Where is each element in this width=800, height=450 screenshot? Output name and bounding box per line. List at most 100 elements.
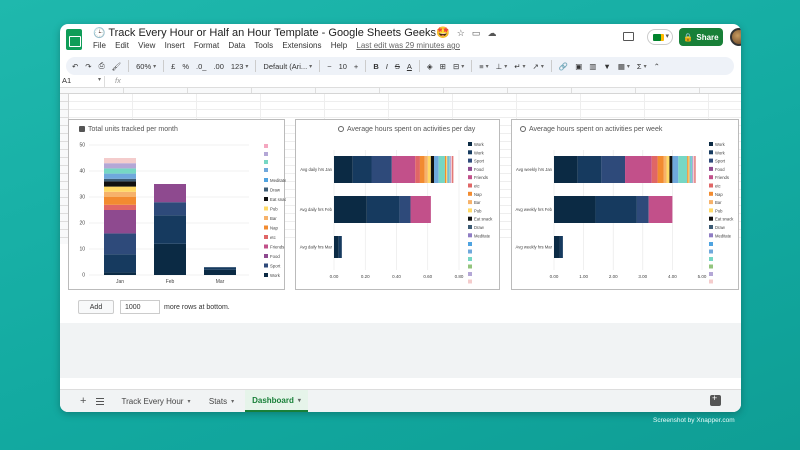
text-color-button[interactable]: A (407, 62, 412, 71)
tab-dashboard[interactable]: Dashboard (245, 390, 308, 412)
legend-swatch (709, 249, 713, 254)
y-tick-label: Avg weekly hrs Mar (516, 245, 553, 250)
y-tick-label: Avg daily hrs Jan (300, 167, 332, 172)
add-rows-button[interactable]: Add (78, 300, 114, 314)
menu-tools[interactable]: Tools (254, 41, 273, 50)
bar-segment (338, 236, 342, 258)
legend-swatch (264, 168, 268, 172)
fill-color-icon[interactable]: ◈ (427, 62, 433, 71)
legend-label: Draw (474, 225, 485, 230)
merge-cells-icon[interactable]: ⊟ (453, 62, 464, 71)
sheet-tab-label: Dashboard (252, 395, 294, 405)
tab-track-every-hour[interactable]: Track Every Hour (116, 390, 196, 412)
meet-button[interactable]: ▾ (647, 29, 673, 45)
insert-link-icon[interactable]: 🔗 (559, 62, 568, 71)
star-icon[interactable]: ☆ (457, 28, 465, 39)
undo-icon[interactable]: ↶ (72, 62, 78, 71)
bar-segment (448, 156, 450, 183)
currency-button[interactable]: £ (171, 62, 175, 71)
text-wrap-icon[interactable]: ↵ (514, 62, 525, 71)
menu-data[interactable]: Data (228, 41, 245, 50)
bar-segment (601, 156, 626, 183)
x-tick-label: 5.00 (698, 274, 707, 279)
vertical-align-icon[interactable]: ⊥ (496, 62, 508, 71)
more-formats-select[interactable]: 123 (231, 62, 249, 71)
filter-views-icon[interactable]: ▦ (618, 62, 630, 71)
legend-swatch (264, 206, 268, 211)
menu-help[interactable]: Help (331, 41, 347, 50)
chart-total-units[interactable]: Total units tracked per month 50 40 30 20 10… (68, 119, 286, 290)
share-button[interactable]: 🔒 Share (679, 28, 723, 46)
menu-extensions[interactable]: Extensions (282, 41, 321, 50)
sheet-grid[interactable]: Total units tracked per month 50 40 30 20 10… (60, 88, 741, 378)
font-select[interactable]: Default (Ari... (263, 62, 312, 71)
percent-button[interactable]: % (182, 62, 189, 71)
legend-swatch (264, 197, 268, 201)
legend-label: Nap (474, 192, 482, 197)
collapse-toolbar-icon[interactable]: ⌃ (654, 62, 660, 71)
x-tick-label: 2.00 (609, 274, 618, 279)
bar-segment (104, 158, 136, 164)
legend-swatch (264, 178, 268, 182)
menu-format[interactable]: Format (194, 41, 219, 50)
bold-button[interactable]: B (373, 62, 378, 71)
legend-swatch (264, 152, 268, 156)
legend-swatch (264, 187, 268, 192)
bar-segment (449, 156, 451, 183)
bar-segment (419, 156, 425, 183)
paint-format-icon[interactable]: 🖌 (112, 62, 122, 71)
functions-button[interactable]: Σ (637, 62, 647, 71)
insert-chart-icon[interactable]: ▥ (589, 62, 596, 71)
cloud-status-icon[interactable]: ☁ (488, 28, 497, 39)
font-size-decrease-icon[interactable]: − (327, 62, 331, 71)
menu-file[interactable]: File (93, 41, 106, 50)
font-size-increase-icon[interactable]: + (354, 62, 358, 71)
sheets-window: 🕒 Track Every Hour or Half an Hour Templ… (60, 24, 741, 412)
sheet-tab-label: Stats (208, 396, 228, 406)
legend-swatch (468, 242, 472, 246)
zoom-select[interactable]: 60% (136, 62, 156, 71)
all-sheets-icon[interactable] (96, 398, 104, 405)
bar-segment (104, 197, 136, 205)
rows-count-input[interactable]: 1000 (120, 300, 160, 314)
strikethrough-button[interactable]: S (395, 62, 400, 71)
name-box[interactable]: A1 (60, 76, 105, 88)
font-size-input[interactable]: 10 (339, 62, 347, 71)
redo-icon[interactable]: ↷ (85, 62, 91, 71)
text-rotation-icon[interactable]: ↗ (533, 62, 544, 71)
filter-icon[interactable]: ▼ (603, 62, 610, 71)
bar-segment (154, 184, 186, 203)
bar-segment (104, 191, 136, 197)
increase-decimal-button[interactable]: .00 (213, 62, 223, 71)
horizontal-align-icon[interactable]: ≡ (479, 62, 488, 71)
tab-stats[interactable]: Stats (200, 390, 243, 412)
legend-swatch (468, 225, 472, 229)
y-tick-label: Avg daily hrs Feb (300, 207, 333, 212)
document-title[interactable]: Track Every Hour or Half an Hour Templat… (108, 27, 449, 39)
italic-button[interactable]: I (386, 62, 388, 71)
insert-comment-icon[interactable]: ▣ (575, 62, 582, 71)
comment-history-icon[interactable] (623, 32, 634, 41)
legend-swatch (264, 216, 268, 220)
borders-icon[interactable]: ⊞ (440, 62, 446, 71)
legend-swatch (468, 233, 472, 238)
menu-view[interactable]: View (138, 41, 155, 50)
avatar[interactable] (730, 28, 741, 46)
decrease-decimal-button[interactable]: .0_ (196, 62, 206, 71)
last-edit-link[interactable]: Last edit was 29 minutes ago (356, 41, 460, 50)
print-icon[interactable]: ⎙ (99, 61, 105, 71)
sheets-logo-icon[interactable] (66, 29, 82, 50)
chart-avg-daily[interactable]: Average hours spent on activities per da… (295, 119, 500, 290)
explore-icon[interactable] (710, 393, 721, 406)
bar-segment (554, 236, 560, 258)
legend-swatch (709, 279, 713, 284)
bar-segment (427, 156, 431, 183)
move-folder-icon[interactable]: ▭ (472, 28, 481, 39)
add-sheet-icon[interactable]: + (80, 395, 86, 407)
bar-segment (625, 156, 652, 183)
chart-avg-weekly[interactable]: Average hours spent on activities per we… (511, 119, 739, 290)
menu-insert[interactable]: Insert (165, 41, 185, 50)
legend-swatch (468, 279, 472, 284)
menu-edit[interactable]: Edit (115, 41, 129, 50)
legend-swatch (709, 166, 713, 171)
